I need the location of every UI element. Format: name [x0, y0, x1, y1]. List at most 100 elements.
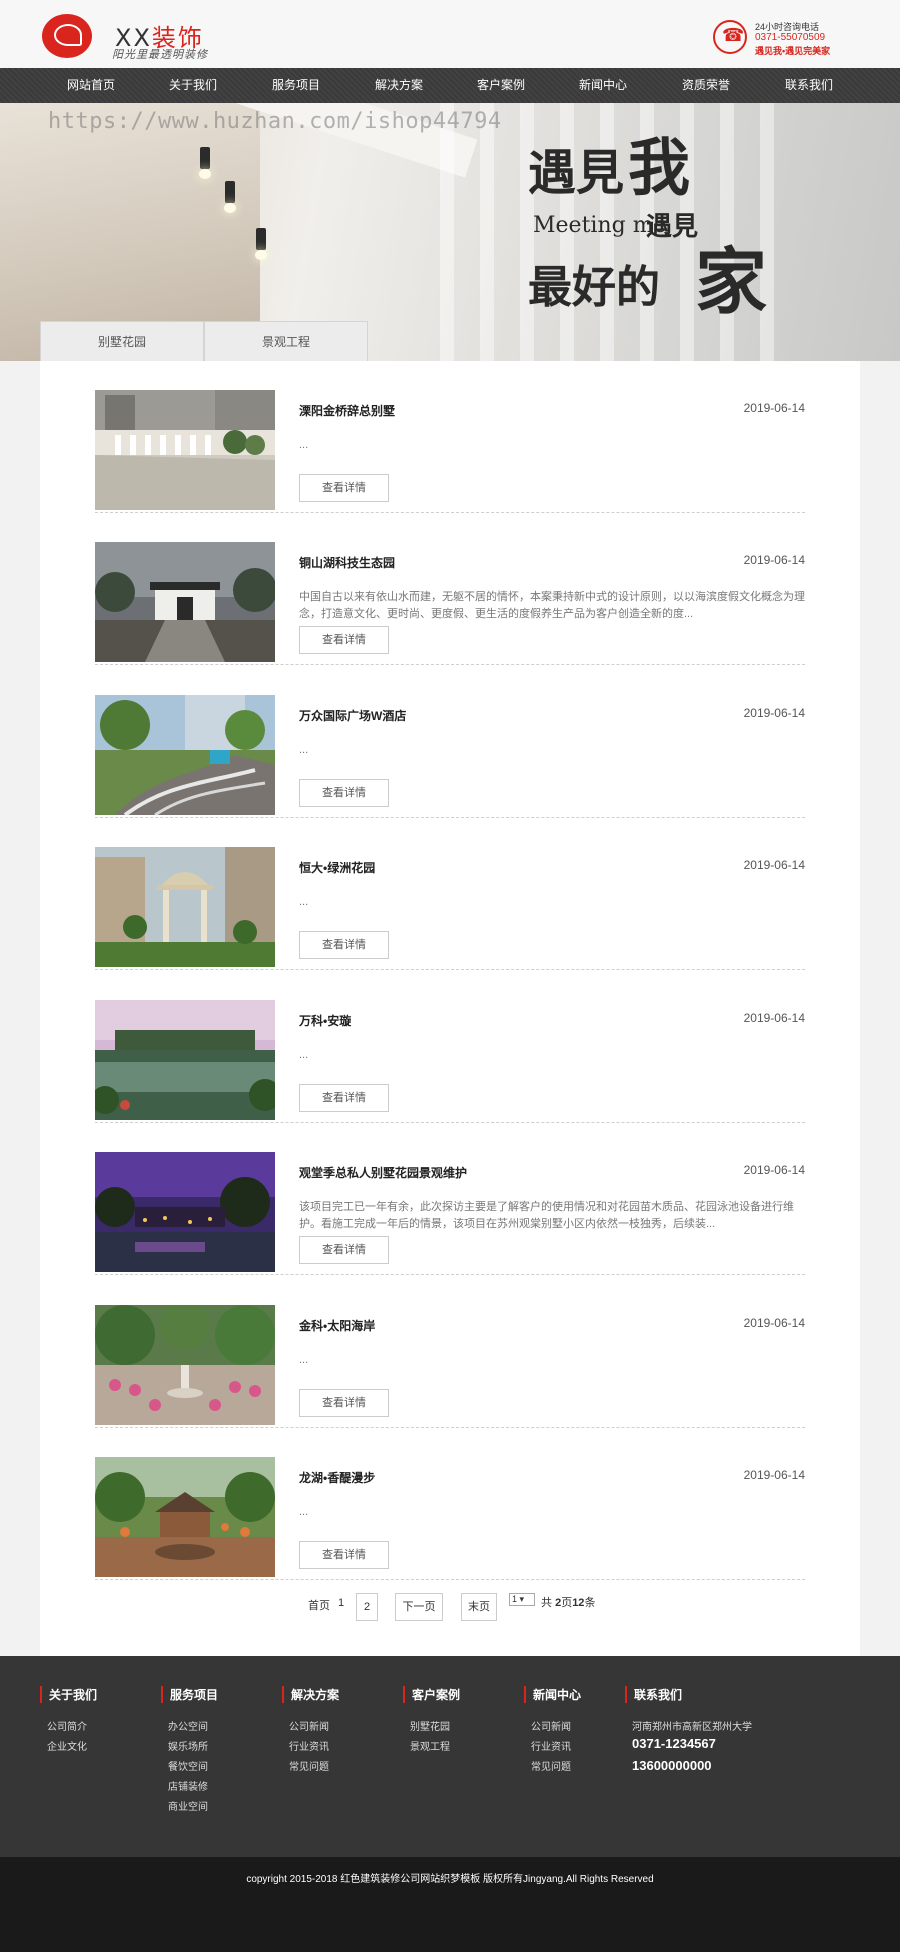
tab-villa-garden[interactable]: 别墅花园	[40, 321, 204, 361]
list-item: 万科•安璇 2019-06-14 ... 查看详情	[95, 971, 805, 1123]
footer-link[interactable]: 别墅花园	[410, 1718, 450, 1733]
page-select-value: 1	[512, 1594, 518, 1604]
case-title[interactable]: 万众国际广场W酒店	[299, 707, 406, 724]
case-desc: 中国自古以来有依山水而建，无躯不居的情怀，本案秉持新中式的设计原则，以以海滨度假…	[299, 591, 805, 620]
footer-link[interactable]: 办公空间	[168, 1718, 208, 1733]
pager-last[interactable]: 末页	[461, 1593, 497, 1621]
nav-home[interactable]: 网站首页	[40, 68, 142, 103]
case-thumbnail[interactable]	[95, 390, 275, 510]
view-details-button[interactable]: 查看详情	[299, 931, 389, 959]
case-thumbnail[interactable]	[95, 1000, 275, 1120]
view-details-button[interactable]: 查看详情	[299, 626, 389, 654]
list-item: 恒大•绿洲花园 2019-06-14 ... 查看详情	[95, 818, 805, 970]
nav-contact[interactable]: 联系我们	[758, 68, 860, 103]
case-title[interactable]: 金科•太阳海岸	[299, 1317, 375, 1334]
nav-cases[interactable]: 客户案例	[450, 68, 552, 103]
nav-about[interactable]: 关于我们	[142, 68, 244, 103]
case-title[interactable]: 恒大•绿洲花园	[299, 859, 375, 876]
view-details-button[interactable]: 查看详情	[299, 1236, 389, 1264]
footer-link[interactable]: 公司简介	[47, 1718, 87, 1733]
copyright-text: copyright 2015-2018 红色建筑装修公司网站织梦模板 版权所有J…	[246, 1874, 654, 1885]
case-thumbnail[interactable]	[95, 695, 275, 815]
footer-col-services[interactable]: 服务项目	[161, 1686, 218, 1703]
footer-col-news[interactable]: 新闻中心	[524, 1686, 581, 1703]
case-thumbnail[interactable]	[95, 1457, 275, 1577]
case-desc: ...	[299, 439, 309, 451]
view-details-button[interactable]: 查看详情	[299, 474, 389, 502]
footer-link[interactable]: 常见问题	[531, 1758, 571, 1773]
list-item: 金科•太阳海岸 2019-06-14 ... 查看详情	[95, 1276, 805, 1428]
case-desc: 该项目完工已一年有余，此次探访主要是了解客户的使用情况和对花园苗木质品、花园泳池…	[299, 1201, 794, 1230]
logo-icon[interactable]	[42, 14, 92, 58]
site-footer: 关于我们 公司简介 企业文化 服务项目 办公空间 娱乐场所 餐饮空间 店铺装修 …	[0, 1656, 900, 1857]
pager-page-2[interactable]: 2	[356, 1593, 378, 1621]
footer-col-about[interactable]: 关于我们	[40, 1686, 97, 1703]
view-details-button[interactable]: 查看详情	[299, 1541, 389, 1569]
footer-link[interactable]: 娱乐场所	[168, 1738, 208, 1753]
case-list: 溧阳金桥辞总别墅 2019-06-14 ... 查看详情 铜山湖科技生态园 20…	[40, 361, 860, 1656]
case-thumbnail[interactable]	[95, 1305, 275, 1425]
footer-link[interactable]: 店铺装修	[168, 1778, 208, 1793]
main-nav: 网站首页 关于我们 服务项目 解决方案 客户案例 新闻中心 资质荣誉 联系我们	[0, 68, 900, 103]
view-details-button[interactable]: 查看详情	[299, 779, 389, 807]
pager-total: 共 2页12条	[541, 1594, 595, 1610]
footer-link[interactable]: 公司新闻	[531, 1718, 571, 1733]
case-desc: ...	[299, 1049, 309, 1061]
case-title[interactable]: 万科•安璇	[299, 1012, 351, 1029]
footer-tel-1: 0371-1234567	[632, 1736, 716, 1751]
case-date: 2019-06-14	[743, 553, 805, 567]
spotlight-glow	[199, 169, 211, 179]
footer-link[interactable]: 商业空间	[168, 1798, 208, 1813]
case-desc: ...	[299, 896, 309, 908]
banner-window	[480, 103, 494, 361]
list-item: 溧阳金桥辞总别墅 2019-06-14 ... 查看详情	[95, 361, 805, 513]
case-date: 2019-06-14	[743, 706, 805, 720]
footer-link[interactable]: 景观工程	[410, 1738, 450, 1753]
chevron-down-icon: ▾	[519, 1594, 525, 1604]
nav-honors[interactable]: 资质荣誉	[655, 68, 757, 103]
page-select[interactable]: 1 ▾	[509, 1593, 535, 1606]
case-title[interactable]: 观堂季总私人别墅花园景观维护	[299, 1164, 467, 1181]
spotlight-glow	[255, 250, 267, 260]
case-thumbnail[interactable]	[95, 542, 275, 662]
case-date: 2019-06-14	[743, 1316, 805, 1330]
footer-link[interactable]: 企业文化	[47, 1738, 87, 1753]
footer-col-cases[interactable]: 客户案例	[403, 1686, 460, 1703]
pager-total-count: 12	[572, 1597, 585, 1609]
banner-text-2: 遇見	[646, 212, 699, 242]
case-title[interactable]: 溧阳金桥辞总别墅	[299, 402, 395, 419]
nav-services[interactable]: 服务项目	[245, 68, 347, 103]
footer-link[interactable]: 餐饮空间	[168, 1758, 208, 1773]
case-desc: ...	[299, 744, 309, 756]
footer-link[interactable]: 常见问题	[289, 1758, 329, 1773]
pager-next[interactable]: 下一页	[395, 1593, 443, 1621]
hotline-slogan: 遇见我•遇见完美家	[755, 46, 831, 56]
case-thumbnail[interactable]	[95, 847, 275, 967]
case-title[interactable]: 龙湖•香醍漫步	[299, 1469, 375, 1486]
footer-col-solutions[interactable]: 解决方案	[282, 1686, 339, 1703]
nav-solutions[interactable]: 解决方案	[348, 68, 450, 103]
banner-text-3b: 家	[695, 239, 768, 324]
pager-total-mid: 页	[561, 1597, 573, 1609]
tab-landscape[interactable]: 景观工程	[204, 321, 368, 361]
view-details-button[interactable]: 查看详情	[299, 1084, 389, 1112]
case-title[interactable]: 铜山湖科技生态园	[299, 554, 395, 571]
footer-link[interactable]: 行业资讯	[289, 1738, 329, 1753]
watermark-text: https://www.huzhan.com/ishop44794	[48, 109, 502, 134]
footer-link[interactable]: 行业资讯	[531, 1738, 571, 1753]
pager-total-suffix: 条	[584, 1597, 596, 1609]
spotlight-icon	[200, 147, 210, 169]
footer-address: 河南郑州市高新区郑州大学	[632, 1722, 752, 1733]
footer-link[interactable]: 公司新闻	[289, 1718, 329, 1733]
case-desc: ...	[299, 1506, 309, 1518]
footer-col-contact[interactable]: 联系我们	[625, 1686, 682, 1703]
case-desc: ...	[299, 1354, 309, 1366]
case-date: 2019-06-14	[743, 858, 805, 872]
nav-news[interactable]: 新闻中心	[552, 68, 654, 103]
case-thumbnail[interactable]	[95, 1152, 275, 1272]
view-details-button[interactable]: 查看详情	[299, 1389, 389, 1417]
banner-text-3: 最好的	[528, 262, 660, 313]
pager-first[interactable]: 首页	[308, 1597, 330, 1613]
list-item: 龙湖•香醍漫步 2019-06-14 ... 查看详情	[95, 1428, 805, 1580]
site-header: XX装饰 阳光里最透明装修 24小时咨询电话 0371-55070509 遇见我…	[0, 0, 900, 68]
